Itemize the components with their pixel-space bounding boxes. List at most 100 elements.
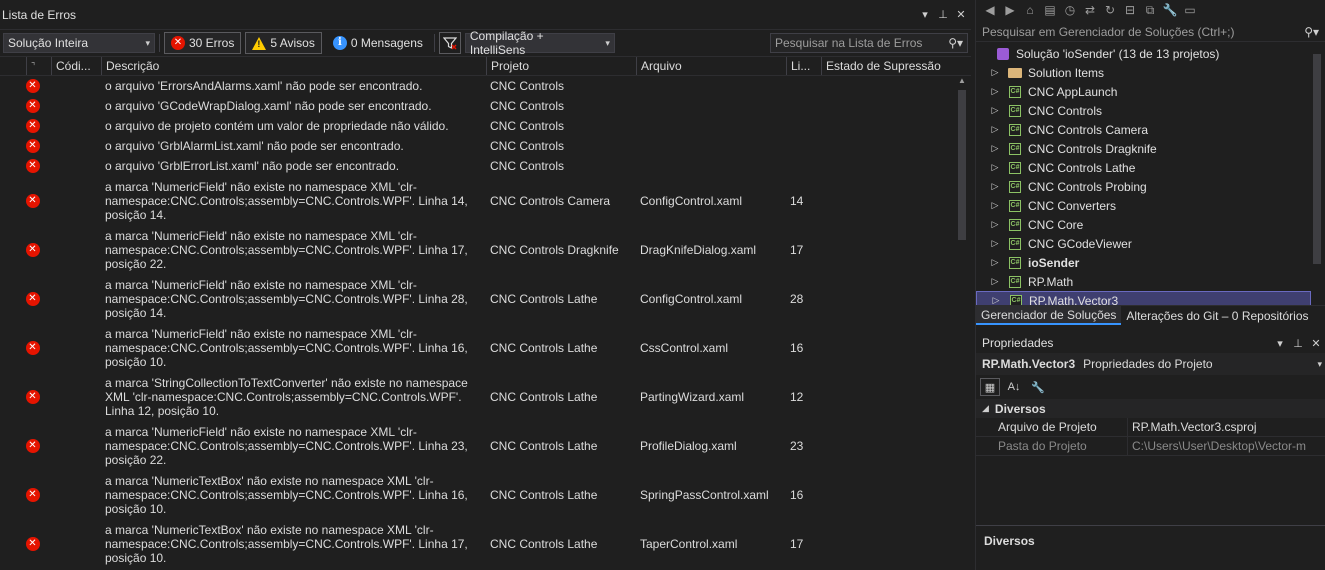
tree-item[interactable]: ▷ Solution Items [976, 63, 1311, 82]
table-row[interactable]: ✕ a marca 'StringCollectionToTextConverte… [0, 372, 955, 421]
refresh-icon[interactable]: ↻ [1102, 3, 1118, 17]
error-list-search-input[interactable]: Pesquisar na Lista de Erros ⚲▾ [770, 33, 968, 53]
filter-funnel-button[interactable] [438, 32, 461, 54]
error-list-toolbar: Solução Inteira ▾ ✕ 30 Erros ! 5 Avisos … [0, 29, 971, 57]
scroll-up-icon[interactable]: ▲ [957, 76, 967, 88]
show-all-files-icon[interactable]: ⧉ [1142, 3, 1158, 18]
messages-filter-button[interactable]: i 0 Mensagens [326, 32, 430, 54]
csproj-icon: C# [1008, 256, 1022, 269]
pin-icon[interactable]: ⊥ [1290, 335, 1306, 351]
pin-icon[interactable]: ⊥ [935, 7, 951, 23]
tree-item[interactable]: ▷ C# CNC Core [976, 215, 1311, 234]
home-icon[interactable]: ⌂ [1022, 3, 1038, 17]
table-row[interactable]: ✕ o arquivo 'GCodeWrapDialog.xaml' não po… [0, 96, 955, 116]
column-header-flag[interactable]: ⌝ [26, 57, 51, 75]
errors-filter-button[interactable]: ✕ 30 Erros [164, 32, 242, 54]
table-row[interactable]: ✕ a marca 'NumericField' não existe no na… [0, 225, 955, 274]
expand-arrow-icon[interactable]: ▷ [986, 238, 1004, 249]
build-filter-dropdown[interactable]: Compilação + IntelliSens ▾ [464, 29, 615, 57]
se-search-placeholder: Pesquisar em Gerenciador de Soluções (Ct… [982, 24, 1235, 39]
scrollbar-thumb[interactable] [958, 90, 966, 240]
tree-item[interactable]: ▷ C# CNC Controls Camera [976, 120, 1311, 139]
description-cell: a marca 'NumericField' não existe no nam… [105, 179, 468, 222]
scrollbar-thumb[interactable] [1313, 54, 1321, 264]
tree-item[interactable]: ▷ C# RP.Math.Vector3 [976, 291, 1311, 306]
table-row[interactable]: ✕ a marca 'NumericField' não existe no na… [0, 176, 955, 225]
tree-item[interactable]: ▷ C# CNC GCodeViewer [976, 234, 1311, 253]
expand-arrow-icon[interactable]: ▷ [986, 276, 1004, 287]
properties-object-selector[interactable]: RP.Math.Vector3 Propriedades do Projeto … [976, 353, 1325, 375]
expand-arrow-icon[interactable]: ▷ [986, 86, 1004, 97]
property-row[interactable]: Pasta do Projeto C:\Users\User\Desktop\V… [976, 437, 1325, 456]
tree-item[interactable]: ▷ C# CNC Controls Probing [976, 177, 1311, 196]
close-icon[interactable]: ✕ [1308, 335, 1324, 351]
back-icon[interactable]: ◀ [982, 3, 998, 17]
expand-arrow-icon[interactable]: ▷ [986, 257, 1004, 268]
column-header-code[interactable]: Códi... [51, 57, 101, 75]
property-value: RP.Math.Vector3.csproj [1132, 420, 1257, 434]
sync-icon[interactable]: ⇄ [1082, 3, 1098, 17]
warnings-filter-button[interactable]: ! 5 Avisos [245, 32, 322, 54]
error-row-icon-cell: ✕ [0, 159, 51, 173]
column-header-project[interactable]: Projeto [486, 57, 636, 75]
alphabetical-icon[interactable]: A↓ [1004, 378, 1024, 396]
categorized-icon[interactable]: ▦ [980, 378, 1000, 396]
solution-explorer-search-input[interactable]: Pesquisar em Gerenciador de Soluções (Ct… [976, 22, 1325, 42]
tab-git-changes[interactable]: Alterações do Git – 0 Repositórios [1121, 306, 1313, 325]
properties-wrench-icon[interactable]: 🔧 [1162, 3, 1178, 17]
tree-item[interactable]: ▷ C# CNC AppLaunch [976, 82, 1311, 101]
tree-item-label: ioSender [1028, 255, 1080, 270]
expand-arrow-icon[interactable]: ▷ [986, 162, 1004, 173]
window-dropdown-icon[interactable]: ▾ [1272, 335, 1288, 351]
tree-item[interactable]: ▷ C# ioSender [976, 253, 1311, 272]
properties-category[interactable]: ◢ Diversos [976, 399, 1325, 418]
expand-arrow-icon[interactable]: ▷ [986, 105, 1004, 116]
switch-views-icon[interactable]: ▤ [1042, 3, 1058, 17]
project-cell: CNC Controls Dragknife [490, 242, 619, 257]
csproj-icon: C# [1008, 161, 1022, 174]
expand-arrow-icon[interactable]: ▷ [986, 219, 1004, 230]
scope-dropdown[interactable]: Solução Inteira ▾ [3, 33, 155, 53]
expand-arrow-icon[interactable]: ▷ [986, 143, 1004, 154]
solution-tree-scrollbar[interactable] [1311, 44, 1323, 306]
table-row[interactable]: ✕ o arquivo 'GrblErrorList.xaml' não pode… [0, 156, 955, 176]
table-row[interactable]: ✕ o arquivo 'ErrorsAndAlarms.xaml' não po… [0, 76, 955, 96]
table-row[interactable]: ✕ a marca 'NumericField' não existe no na… [0, 323, 955, 372]
property-pages-icon[interactable]: 🔧 [1028, 378, 1048, 396]
expand-arrow-icon[interactable]: ▷ [986, 67, 1004, 78]
description-cell: a marca 'NumericTextBox' não existe no n… [105, 522, 468, 565]
column-header-file[interactable]: Arquivo [636, 57, 786, 75]
file-cell: DragKnifeDialog.xaml [640, 242, 757, 257]
column-header-icon[interactable] [0, 57, 26, 75]
table-row[interactable]: ✕ a marca 'NumericTextBox' não existe no … [0, 519, 955, 568]
solution-node[interactable]: Solução 'ioSender' (13 de 13 projetos) [976, 44, 1311, 63]
tree-item[interactable]: ▷ C# RP.Math [976, 272, 1311, 291]
expand-arrow-icon[interactable]: ▷ [986, 200, 1004, 211]
collapse-all-icon[interactable]: ⊟ [1122, 3, 1138, 17]
tree-item[interactable]: ▷ C# CNC Controls [976, 101, 1311, 120]
property-row[interactable]: Arquivo de Projeto RP.Math.Vector3.cspro… [976, 418, 1325, 437]
table-row[interactable]: ✕ a marca 'NumericField' não existe no na… [0, 421, 955, 470]
tab-solution-explorer[interactable]: Gerenciador de Soluções [976, 306, 1122, 325]
table-row[interactable]: ✕ o arquivo de projeto contém um valor de… [0, 116, 955, 136]
tree-item[interactable]: ▷ C# CNC Controls Dragknife [976, 139, 1311, 158]
error-icon: ✕ [25, 139, 40, 153]
description-cell: a marca 'StringCollectionToTextConverter… [105, 375, 468, 418]
table-row[interactable]: ✕ a marca 'NumericField' não existe no na… [0, 274, 955, 323]
window-dropdown-icon[interactable]: ▾ [917, 7, 933, 23]
tree-item[interactable]: ▷ C# CNC Converters [976, 196, 1311, 215]
close-icon[interactable]: ✕ [953, 7, 969, 23]
error-list-scrollbar[interactable]: ▲ [957, 76, 967, 570]
column-header-line[interactable]: Li... [786, 57, 821, 75]
table-row[interactable]: ✕ a marca 'NumericTextBox' não existe no … [0, 470, 955, 519]
column-header-description[interactable]: Descrição [101, 57, 486, 75]
forward-icon[interactable]: ▶ [1002, 3, 1018, 17]
property-description: Diversos [976, 525, 1325, 570]
expand-arrow-icon[interactable]: ▷ [986, 181, 1004, 192]
column-header-suppression[interactable]: Estado de Supressão [821, 57, 951, 75]
expand-arrow-icon[interactable]: ▷ [986, 124, 1004, 135]
preview-icon[interactable]: ▭ [1182, 3, 1198, 17]
tree-item[interactable]: ▷ C# CNC Controls Lathe [976, 158, 1311, 177]
table-row[interactable]: ✕ o arquivo 'GrblAlarmList.xaml' não pode… [0, 136, 955, 156]
history-icon[interactable]: ◷ [1062, 3, 1078, 17]
